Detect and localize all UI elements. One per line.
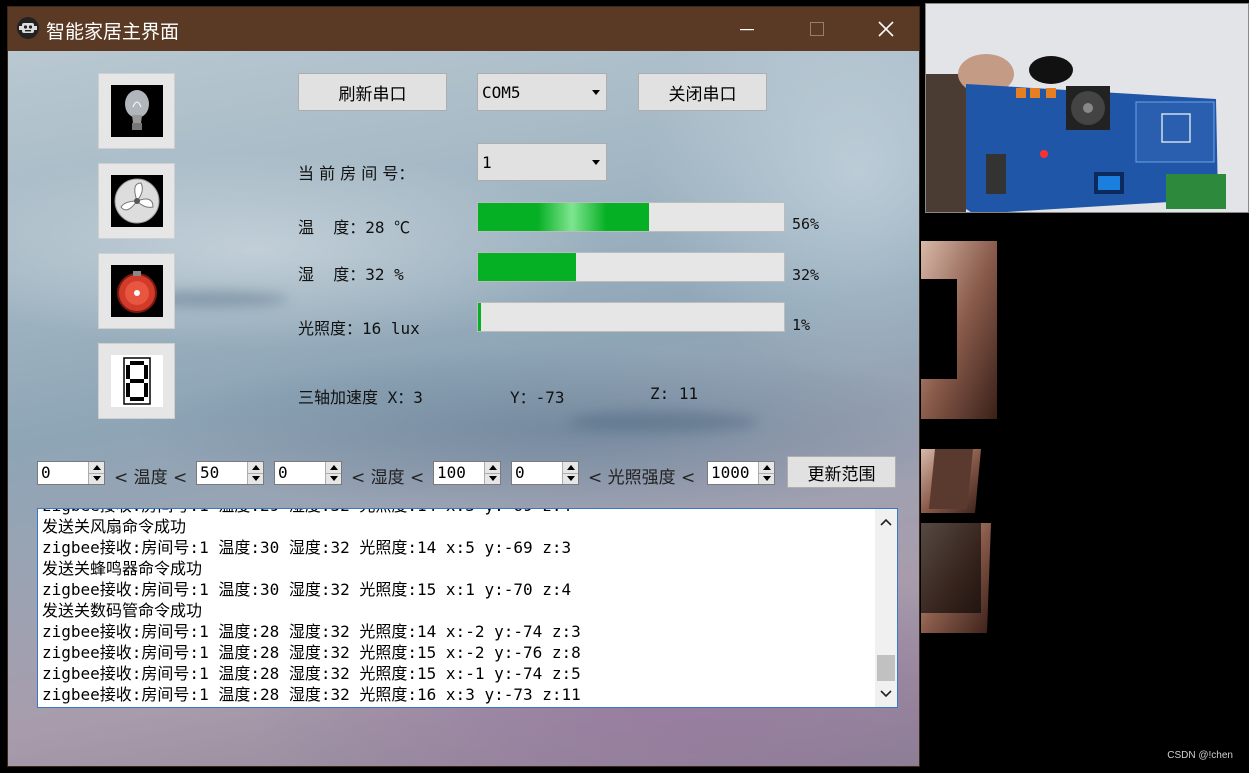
csdn-watermark: CSDN @!chen — [1167, 750, 1233, 761]
temp-min-spinbox[interactable]: 0 — [37, 461, 105, 485]
robot-app-icon — [17, 17, 39, 39]
app-window: 智能家居主界面 刷新串口 COM5 关闭串口 当 前 房 间 号： 1 温 度：… — [7, 6, 920, 767]
spin-down-icon[interactable] — [325, 473, 341, 484]
log-line: zigbee接收:房间号:1 温度:28 湿度:32 光照度:16 x:3 y:… — [42, 685, 581, 704]
hum-min-spinbox[interactable]: 0 — [274, 461, 342, 485]
temp-max-value: 50 — [200, 463, 220, 482]
log-line: 发送关数码管命令成功 — [42, 601, 203, 620]
light-range-label: < 光照强度 < — [588, 468, 696, 488]
spin-down-icon[interactable] — [562, 473, 578, 484]
background-logo-art: CSDN @!chen — [921, 213, 1249, 769]
hum-max-spinbox[interactable]: 100 — [433, 461, 501, 485]
scroll-up-button[interactable] — [875, 511, 897, 533]
hum-min-value: 0 — [278, 463, 288, 482]
main-panel: 刷新串口 COM5 关闭串口 当 前 房 间 号： 1 温 度：28 ℃ 56%… — [8, 51, 919, 766]
log-line: zigbee接收:房间号:1 温度:28 湿度:32 光照度:14 x:-2 y… — [42, 622, 581, 641]
refresh-serial-button[interactable]: 刷新串口 — [298, 73, 447, 111]
temp-max-spinbox[interactable]: 50 — [196, 461, 264, 485]
spin-down-icon[interactable] — [88, 473, 104, 484]
light-progress-bar — [477, 302, 785, 332]
light-bulb-tile[interactable] — [98, 73, 175, 149]
humidity-progress-fill — [478, 253, 576, 281]
serial-port-select[interactable]: COM5 — [477, 73, 607, 111]
light-min-spinbox[interactable]: 0 — [511, 461, 579, 485]
humidity-percent: 32% — [792, 266, 820, 284]
spin-up-icon[interactable] — [758, 462, 774, 474]
light-percent: 1% — [792, 316, 811, 334]
seven-segment-icon — [122, 357, 151, 405]
close-button[interactable] — [851, 7, 919, 51]
accel-y-label: Y：-73 — [510, 388, 565, 407]
spin-down-icon[interactable] — [247, 473, 263, 484]
humidity-label: 湿 度：32 % — [298, 265, 404, 284]
maximize-button[interactable] — [782, 7, 852, 51]
log-line: zigbee接收:房间号:1 温度:30 湿度:32 光照度:15 x:1 y:… — [42, 580, 572, 599]
close-icon — [878, 21, 894, 37]
light-label: 光照度：16 lux — [298, 319, 420, 338]
title-bar[interactable]: 智能家居主界面 — [8, 7, 919, 51]
partial-letters-art — [921, 241, 997, 633]
spin-up-icon[interactable] — [484, 462, 500, 474]
humidity-progress-bar — [477, 252, 785, 282]
alarm-tile[interactable] — [98, 253, 175, 329]
fan-icon — [114, 178, 159, 224]
temperature-label: 温 度：28 ℃ — [298, 218, 411, 237]
chevron-down-icon — [592, 90, 600, 95]
temperature-progress-bar — [477, 202, 785, 232]
log-line: 发送关风扇命令成功 — [42, 517, 187, 536]
scroll-down-button[interactable] — [875, 683, 897, 705]
serial-port-value: COM5 — [482, 82, 521, 102]
digital-tube-tile[interactable] — [98, 343, 175, 419]
spin-up-icon[interactable] — [88, 462, 104, 474]
alarm-bell-icon — [116, 271, 157, 313]
close-serial-button[interactable]: 关闭串口 — [638, 73, 767, 111]
room-number-label: 当 前 房 间 号： — [298, 164, 415, 183]
webcam-preview — [925, 3, 1249, 213]
log-line: zigbee接收:房间号:1 温度:29 湿度:32 光照度:14 x:3 y:… — [42, 509, 873, 516]
hum-range-label: < 湿度 < — [351, 468, 425, 488]
minimize-icon — [740, 29, 754, 31]
spin-down-icon[interactable] — [484, 473, 500, 484]
window-title: 智能家居主界面 — [46, 21, 180, 43]
temperature-percent: 56% — [792, 215, 820, 233]
light-max-spinbox[interactable]: 1000 — [707, 461, 775, 485]
log-textbox[interactable]: zigbee接收:房间号:1 温度:29 湿度:32 光照度:14 x:3 y:… — [37, 508, 898, 708]
temperature-progress-fill — [478, 203, 650, 231]
room-number-select[interactable]: 1 — [477, 143, 607, 181]
spin-up-icon[interactable] — [562, 462, 578, 474]
log-line: zigbee接收:房间号:1 温度:30 湿度:32 光照度:14 x:5 y:… — [42, 538, 572, 557]
spin-down-icon[interactable] — [758, 473, 774, 484]
chevron-down-icon — [880, 690, 892, 698]
log-line: 发送关蜂鸣器命令成功 — [42, 559, 203, 578]
log-line: zigbee接收:房间号:1 温度:28 湿度:32 光照度:15 x:-2 y… — [42, 643, 581, 662]
room-number-value: 1 — [482, 152, 492, 172]
log-line: zigbee接收:房间号:1 温度:28 湿度:32 光照度:15 x:-1 y… — [42, 664, 581, 683]
chevron-up-icon — [880, 518, 892, 526]
log-lines: zigbee接收:房间号:1 温度:29 湿度:32 光照度:14 x:3 y:… — [42, 509, 873, 705]
fan-tile[interactable] — [98, 163, 175, 239]
hum-max-value: 100 — [437, 463, 466, 482]
spin-up-icon[interactable] — [247, 462, 263, 474]
temp-range-label: < 温度 < — [114, 468, 188, 488]
dev-board-photo — [926, 4, 1248, 212]
light-min-value: 0 — [515, 463, 525, 482]
light-max-value: 1000 — [711, 463, 750, 482]
accel-z-label: Z: 11 — [650, 384, 699, 403]
spin-up-icon[interactable] — [325, 462, 341, 474]
maximize-icon — [810, 22, 824, 36]
log-scrollbar[interactable] — [875, 509, 897, 707]
temp-min-value: 0 — [41, 463, 51, 482]
light-bulb-icon — [124, 90, 149, 130]
background-streak — [568, 411, 758, 433]
chevron-down-icon — [592, 160, 600, 165]
accel-x-label: 三轴加速度 X：3 — [298, 388, 423, 407]
update-range-button[interactable]: 更新范围 — [787, 456, 896, 488]
minimize-button[interactable] — [712, 7, 782, 51]
light-progress-fill — [478, 303, 482, 331]
scroll-thumb[interactable] — [877, 655, 895, 681]
